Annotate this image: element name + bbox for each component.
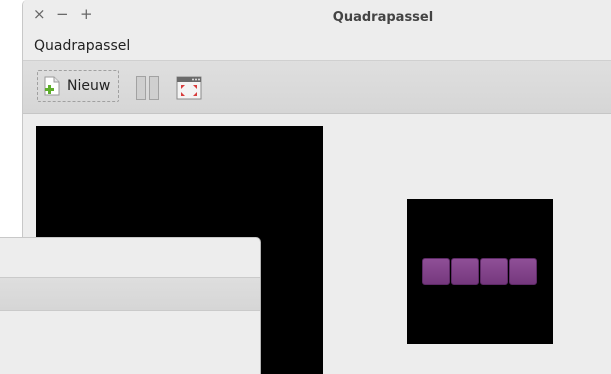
next-piece-block [480, 258, 508, 285]
menu-bar: Quadrapassel [23, 35, 611, 61]
minimize-button[interactable]: − [56, 7, 69, 22]
new-game-button[interactable]: Nieuw [37, 70, 119, 102]
next-piece-block [509, 258, 537, 285]
new-game-label: Nieuw [67, 78, 111, 94]
dialog-header-bar [0, 277, 260, 311]
pause-button[interactable] [136, 76, 160, 100]
next-piece-block [451, 258, 479, 285]
fullscreen-button[interactable] [176, 76, 202, 100]
fullscreen-icon [176, 76, 202, 100]
overlapping-dialog [0, 237, 261, 374]
next-piece-block [422, 258, 450, 285]
maximize-button[interactable]: + [80, 7, 93, 22]
title-bar: × − + Quadrapassel [23, 0, 611, 35]
toolbar: Nieuw [23, 61, 611, 114]
app-menu[interactable]: Quadrapassel [34, 38, 130, 54]
close-button[interactable]: × [33, 7, 46, 22]
new-document-icon [44, 76, 60, 96]
pause-icon [136, 76, 159, 100]
window-title: Quadrapassel [332, 10, 434, 25]
